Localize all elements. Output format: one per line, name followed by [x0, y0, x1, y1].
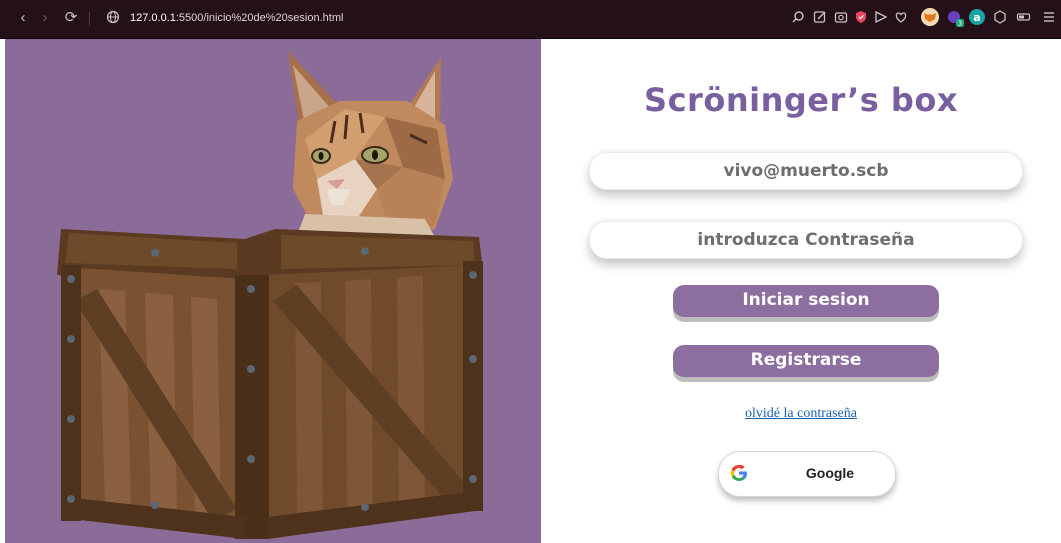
extensions-icon[interactable]	[992, 9, 1008, 25]
back-icon[interactable]: ‹	[14, 9, 32, 27]
email-field[interactable]: vivo@muerto.scb	[589, 152, 1023, 190]
google-button-label: Google	[805, 465, 855, 481]
google-signin-button[interactable]: Google	[718, 451, 896, 497]
register-button[interactable]: Registrarse	[673, 345, 939, 377]
hero-image	[5, 39, 541, 543]
shield-icon[interactable]	[853, 9, 869, 25]
login-panel: Scröninger’s box vivo@muerto.scb introdu…	[541, 39, 1061, 543]
browser-toolbar: ‹ › ⟳ 127.0.0.1:5500/inicio%20de%20sesio…	[0, 0, 1061, 39]
cat-in-box-illustration	[57, 51, 483, 539]
forgot-password-link[interactable]: olvidé la contraseña	[541, 406, 1061, 422]
page-title: Scröninger’s box	[644, 81, 958, 119]
search-icon[interactable]	[790, 9, 806, 25]
menu-icon[interactable]	[1042, 9, 1056, 25]
heart-icon[interactable]	[893, 9, 909, 25]
svg-text:a: a	[973, 11, 980, 24]
page-content: Scröninger’s box vivo@muerto.scb introdu…	[0, 39, 1061, 543]
forward-icon[interactable]: ›	[36, 9, 54, 27]
url-path: :5500/inicio%20de%20sesion.html	[175, 12, 344, 24]
login-button[interactable]: Iniciar sesion	[673, 285, 939, 317]
reload-icon[interactable]: ⟳	[62, 9, 80, 27]
address-bar[interactable]: 127.0.0.1:5500/inicio%20de%20sesion.html	[130, 12, 343, 24]
toolbar-divider	[89, 12, 90, 26]
url-host: 127.0.0.1	[130, 12, 176, 24]
extension-puzzle-icon[interactable]: 3	[945, 8, 965, 28]
send-icon[interactable]	[873, 9, 889, 25]
svg-text:3: 3	[958, 20, 962, 28]
camera-icon[interactable]	[833, 9, 849, 25]
globe-icon	[106, 10, 120, 29]
password-field[interactable]: introduzca Contraseña	[589, 221, 1023, 259]
edit-icon[interactable]	[812, 9, 828, 25]
metamask-icon[interactable]	[920, 7, 940, 27]
extension-a-icon[interactable]: a	[968, 8, 986, 26]
battery-icon[interactable]	[1016, 9, 1032, 25]
